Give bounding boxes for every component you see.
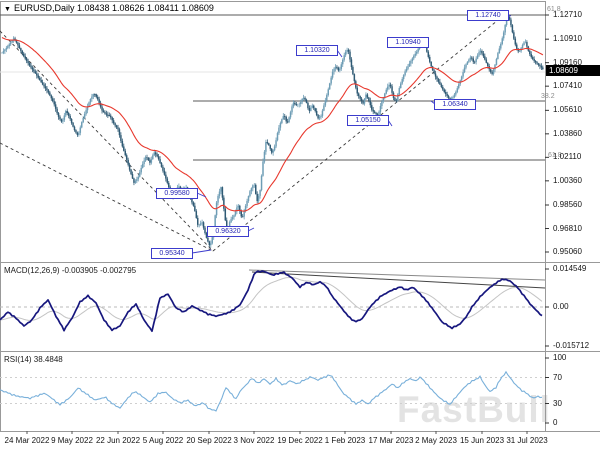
macd-line bbox=[0, 270, 543, 333]
trendline-dashed bbox=[0, 30, 214, 252]
chart-window: FastBull ▼ EURUSD,Daily 1.08438 1.08626 1… bbox=[0, 0, 600, 450]
annotation-connector bbox=[336, 49, 343, 58]
annotation-connector bbox=[387, 119, 393, 127]
macd-signal-line bbox=[0, 277, 543, 321]
trendline-dashed bbox=[0, 142, 214, 252]
annotation-connector bbox=[191, 249, 212, 254]
candlesticks[interactable] bbox=[1, 15, 544, 248]
trendline-dashed bbox=[212, 11, 509, 252]
chart-frame bbox=[0, 1, 546, 432]
moving-average-line bbox=[1, 37, 544, 212]
chart-canvas[interactable] bbox=[0, 0, 600, 450]
annotation-connector bbox=[247, 227, 255, 232]
